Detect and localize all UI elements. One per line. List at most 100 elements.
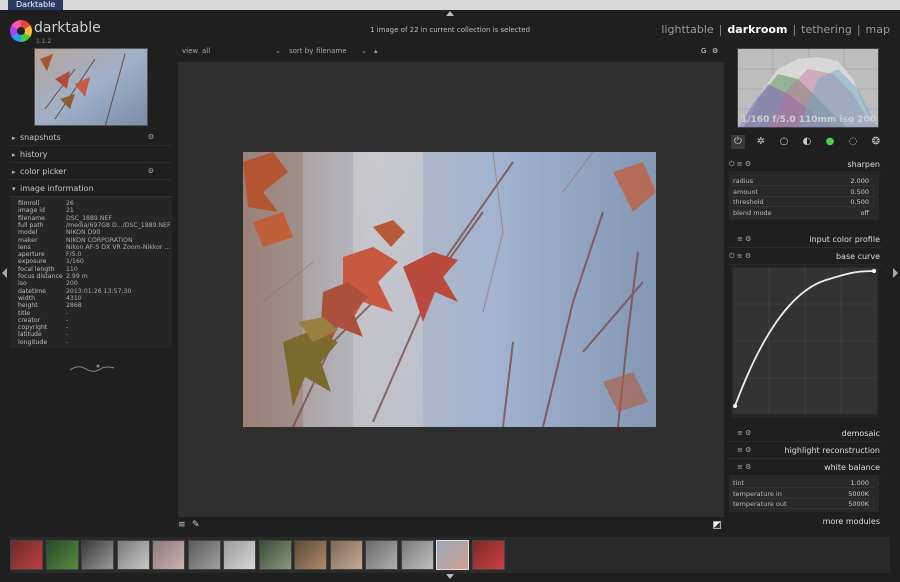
image-info-value: 4310 bbox=[66, 294, 82, 302]
image-info-row: height 2868 bbox=[18, 302, 170, 309]
basic-group-circle-icon[interactable]: ○ bbox=[777, 135, 791, 149]
filmstrip-thumbnail[interactable] bbox=[471, 540, 505, 570]
param-label: threshold bbox=[733, 198, 764, 206]
module-highlight-reconstruction-label: highlight reconstruction bbox=[784, 446, 881, 455]
module-sharpen[interactable]: ⏻ ≡ ⚙ sharpen bbox=[727, 157, 882, 173]
preferences-gear-icon[interactable]: ⚙ bbox=[712, 47, 718, 55]
module-demosaic-label: demosaic bbox=[841, 429, 880, 438]
highlight-reconstruction-controls-icon[interactable]: ≡ ⚙ bbox=[737, 446, 751, 454]
more-modules[interactable]: more modules bbox=[727, 514, 882, 530]
view-map[interactable]: map bbox=[866, 23, 890, 36]
filmstrip-thumbnail[interactable] bbox=[365, 540, 398, 570]
param-slider[interactable]: threshold 0.500 bbox=[733, 197, 875, 207]
collapse-bottom-arrow-icon[interactable] bbox=[446, 574, 454, 579]
section-history[interactable]: ▸ history bbox=[10, 147, 172, 163]
color-group-icon[interactable]: ● bbox=[823, 135, 837, 149]
darkroom-center-view[interactable] bbox=[178, 62, 724, 517]
collapse-left-arrow-icon[interactable] bbox=[2, 268, 7, 278]
filmstrip-thumbnail[interactable] bbox=[81, 540, 114, 570]
image-info-key: datetime bbox=[18, 287, 46, 295]
window-tab[interactable]: Darktable bbox=[8, 0, 64, 10]
tone-group-icon[interactable]: ◐ bbox=[800, 135, 814, 149]
image-info-value: DSC_1889.NEF bbox=[66, 214, 112, 222]
sharpen-controls-icon[interactable]: ⏻ ≡ ⚙ bbox=[729, 160, 751, 169]
image-info-key: height bbox=[18, 302, 38, 310]
view-tethering[interactable]: tethering bbox=[801, 23, 852, 36]
filmstrip-thumbnail[interactable] bbox=[187, 540, 221, 570]
filmstrip[interactable] bbox=[10, 537, 890, 573]
section-image-information[interactable]: ▾ image information bbox=[10, 181, 172, 197]
image-info-value: NIKON CORPORATION bbox=[66, 236, 133, 244]
image-information-panel: filmroll 26 image id 21 filename DSC_1889.NEF… bbox=[10, 196, 172, 348]
active-modules-power-icon[interactable]: ⏻ bbox=[731, 135, 745, 149]
view-darkroom[interactable]: darkroom bbox=[727, 23, 787, 36]
module-input-color-profile[interactable]: ≡ ⚙ input color profile bbox=[727, 232, 882, 248]
image-info-key: focus distance bbox=[18, 273, 63, 280]
filmstrip-thumbnail[interactable] bbox=[116, 540, 150, 570]
image-info-value: NIKON D90 bbox=[66, 229, 101, 237]
filmstrip-thumbnail[interactable] bbox=[152, 540, 185, 570]
sharpen-params: radius 2.000 amount 0.500 threshold 0.500 blen… bbox=[729, 174, 879, 220]
filmstrip-thumbnail[interactable] bbox=[329, 540, 363, 570]
filmstrip-thumbnail[interactable] bbox=[45, 540, 79, 570]
param-slider[interactable]: radius 2.000 bbox=[733, 176, 875, 186]
param-slider[interactable]: temperature out 5000K bbox=[733, 499, 875, 509]
sort-order-icon[interactable]: ▴ bbox=[374, 47, 378, 55]
filmstrip-thumbnail[interactable] bbox=[436, 540, 469, 570]
view-filter-dropdown-icon[interactable]: ⌄ bbox=[275, 47, 281, 55]
image-info-row: exposure 1/160 bbox=[18, 258, 170, 265]
overexposure-toggle-icon[interactable] bbox=[713, 521, 721, 529]
collapse-top-arrow-icon[interactable] bbox=[446, 11, 454, 16]
param-value: 0.500 bbox=[850, 187, 869, 196]
left-panel: ▸ snapshots ⚙ ▸ history ▸ color picker ⚙ ▾ ima… bbox=[10, 44, 172, 514]
filmstrip-thumbnail[interactable] bbox=[223, 540, 256, 570]
image-info-key: full path bbox=[18, 221, 44, 229]
filmstrip-thumbnail[interactable] bbox=[258, 540, 292, 570]
navigation-thumbnail[interactable] bbox=[34, 48, 148, 126]
param-label: amount bbox=[733, 187, 759, 196]
view-lighttable[interactable]: lighttable bbox=[661, 23, 713, 36]
favorites-star-icon[interactable]: ✲ bbox=[754, 135, 768, 149]
module-white-balance-label: white balance bbox=[824, 463, 880, 472]
filmstrip-thumbnail[interactable] bbox=[10, 540, 43, 570]
white-balance-controls-icon[interactable]: ≡ ⚙ bbox=[737, 463, 751, 471]
base-curve-editor[interactable] bbox=[731, 266, 879, 418]
correct-group-icon[interactable]: ◌ bbox=[846, 135, 860, 149]
input-color-profile-controls-icon[interactable]: ≡ ⚙ bbox=[737, 235, 751, 243]
image-info-key: aperture bbox=[18, 251, 45, 259]
module-highlight-reconstruction[interactable]: ≡ ⚙ highlight reconstruction bbox=[727, 443, 882, 459]
main-photo[interactable] bbox=[243, 152, 656, 427]
sort-select[interactable]: filename bbox=[316, 47, 366, 55]
section-color-picker[interactable]: ▸ color picker ⚙ bbox=[10, 164, 172, 180]
param-value: 5000K bbox=[848, 500, 869, 508]
collapse-right-arrow-icon[interactable] bbox=[893, 268, 898, 278]
param-slider[interactable]: temperature in 5000K bbox=[733, 489, 875, 499]
bottom-toolbar: ≡ ✎ bbox=[178, 518, 724, 532]
demosaic-controls-icon[interactable]: ≡ ⚙ bbox=[737, 429, 751, 437]
image-info-value: 1/160 bbox=[66, 258, 84, 266]
base-curve-controls-icon[interactable]: ⏻ ≡ ⚙ bbox=[729, 252, 751, 261]
styles-icon[interactable]: ✎ bbox=[192, 520, 200, 530]
quick-access-menu-icon[interactable]: ≡ bbox=[178, 520, 186, 530]
filmstrip-thumbnail[interactable] bbox=[294, 540, 327, 570]
param-value: 2.000 bbox=[850, 177, 869, 185]
param-slider[interactable]: amount 0.500 bbox=[733, 187, 875, 197]
grouping-button[interactable]: G bbox=[701, 47, 706, 55]
view-filter-label: view bbox=[182, 47, 199, 55]
image-info-value: - bbox=[66, 309, 69, 317]
sort-dropdown-icon[interactable]: ⌄ bbox=[361, 47, 367, 55]
color-picker-settings-icon[interactable]: ⚙ bbox=[148, 167, 154, 175]
module-base-curve[interactable]: ⏻ ≡ ⚙ base curve bbox=[727, 249, 882, 265]
module-white-balance[interactable]: ≡ ⚙ white balance bbox=[727, 460, 882, 476]
histogram[interactable]: 1/160 f/5.0 110mm iso 200 bbox=[737, 48, 879, 128]
snapshots-settings-icon[interactable]: ⚙ bbox=[148, 133, 154, 141]
section-snapshots[interactable]: ▸ snapshots ⚙ bbox=[10, 130, 172, 146]
image-info-value: 2013:01:26 13:57:30 bbox=[66, 287, 132, 295]
image-info-row: width 4310 bbox=[18, 295, 170, 302]
module-demosaic[interactable]: ≡ ⚙ demosaic bbox=[727, 426, 882, 442]
view-filter-select[interactable]: all bbox=[202, 47, 282, 55]
param-slider[interactable]: tint 1.000 bbox=[733, 478, 875, 488]
filmstrip-thumbnail[interactable] bbox=[400, 540, 434, 570]
effect-group-icon[interactable]: ❂ bbox=[869, 135, 883, 149]
param-slider[interactable]: blend mode off bbox=[733, 208, 875, 218]
